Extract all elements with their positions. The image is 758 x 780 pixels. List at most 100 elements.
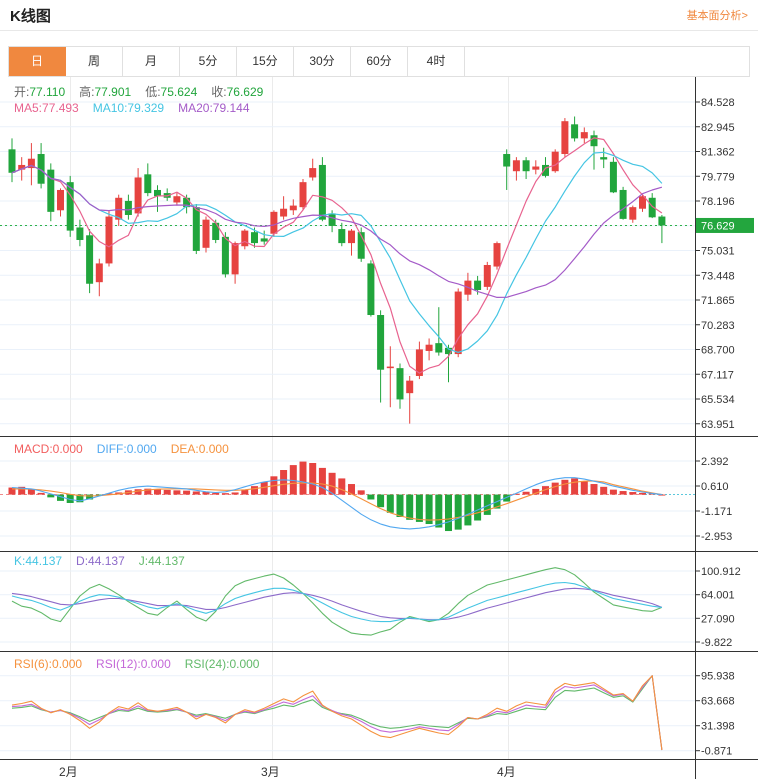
- candle-body: [280, 209, 287, 217]
- x-axis-label: 2月: [59, 763, 78, 780]
- y-axis-label: 65.534: [701, 394, 735, 406]
- candle-body: [319, 165, 326, 220]
- candle-body: [532, 167, 539, 170]
- macd-bar: [620, 491, 627, 495]
- tab-5min[interactable]: 5分: [180, 47, 237, 76]
- macd-bar: [222, 493, 229, 494]
- rsi-panel: 95.93863.66831.398-0.871 RSI(6):0.000RSI…: [0, 651, 758, 759]
- page-header: K线图 基本面分析>: [0, 0, 758, 31]
- main-chart-panel: 84.52882.94581.36279.77978.19675.03173.4…: [0, 77, 758, 436]
- x-axis-label: 4月: [497, 763, 516, 780]
- macd-bar: [309, 463, 316, 495]
- x-axis-label: 3月: [261, 763, 280, 780]
- x-axis: 2月 3月 4月: [0, 759, 758, 779]
- candles-layer: [9, 117, 666, 424]
- candle-body: [144, 174, 151, 193]
- macd-bar: [523, 492, 530, 495]
- candle-body: [76, 227, 83, 240]
- tab-day[interactable]: 日: [9, 47, 66, 76]
- candle-body: [523, 160, 530, 171]
- kdj-panel: 100.91264.00127.090-9.822 K:44.137D:44.1…: [0, 551, 758, 651]
- macd-bar: [464, 495, 471, 526]
- candle-body: [261, 238, 268, 241]
- candle-body: [591, 135, 598, 146]
- y-axis-label: 82.945: [701, 122, 735, 134]
- candle-body: [57, 190, 64, 210]
- page-title: K线图: [10, 5, 51, 26]
- macd-bar: [280, 470, 287, 495]
- macd-bar: [435, 495, 442, 528]
- candle-body: [300, 182, 307, 207]
- d-line: [12, 588, 662, 619]
- axis-vertical-line: [695, 760, 696, 779]
- macd-bar: [183, 491, 190, 495]
- y-axis-label: 67.117: [701, 369, 734, 381]
- rsi-chart-canvas[interactable]: 95.93863.66831.398-0.871: [0, 651, 758, 759]
- macd-bar: [629, 492, 636, 495]
- candle-body: [86, 235, 93, 283]
- y-axis-label: 73.448: [701, 270, 735, 282]
- macd-bar: [173, 490, 180, 494]
- interval-tab-bar: 日周月5分15分30分60分4时: [8, 46, 750, 77]
- y-axis-label: 64.001: [701, 590, 735, 602]
- candle-body: [212, 223, 219, 240]
- y-axis-label: -0.871: [701, 746, 732, 758]
- macd-bar: [639, 493, 646, 495]
- y-axis-label: -2.953: [701, 531, 732, 543]
- candle-body: [348, 231, 355, 244]
- tab-15min[interactable]: 15分: [237, 47, 294, 76]
- macd-bar: [406, 495, 413, 520]
- tab-30min[interactable]: 30分: [294, 47, 351, 76]
- candle-body: [406, 381, 413, 394]
- candle-body: [600, 157, 607, 159]
- macd-bar: [251, 486, 258, 494]
- macd-bar: [338, 478, 345, 494]
- candle-body: [377, 315, 384, 370]
- macd-bar: [474, 495, 481, 521]
- macd-bar: [455, 495, 462, 530]
- tab-60min[interactable]: 60分: [351, 47, 408, 76]
- macd-bar: [445, 495, 452, 531]
- candle-body: [610, 162, 617, 192]
- macd-bar: [358, 490, 365, 494]
- candle-body: [290, 206, 297, 211]
- macd-bar: [261, 482, 268, 495]
- y-axis-label: 63.668: [701, 696, 735, 708]
- macd-panel: 2.3920.610-1.171-2.953 MACD:0.000DIFF:0.…: [0, 436, 758, 551]
- tab-month[interactable]: 月: [123, 47, 180, 76]
- candle-body: [435, 343, 442, 352]
- fundamental-analysis-link[interactable]: 基本面分析>: [687, 7, 748, 23]
- candle-body: [193, 207, 200, 251]
- macd-bar: [561, 480, 568, 495]
- macd-bar: [300, 462, 307, 495]
- tab-4hour[interactable]: 4时: [408, 47, 465, 76]
- candle-body: [455, 292, 462, 355]
- y-axis-label: 84.528: [701, 97, 735, 109]
- candle-body: [513, 160, 520, 171]
- y-axis-label: 95.938: [701, 671, 735, 683]
- macd-bar: [154, 489, 161, 494]
- macd-bar: [591, 484, 598, 495]
- candle-body: [338, 229, 345, 243]
- candle-body: [241, 231, 248, 247]
- tab-week[interactable]: 周: [66, 47, 123, 76]
- y-axis-label: 63.951: [701, 419, 735, 431]
- candle-body: [620, 190, 627, 219]
- candlestick-chart-canvas[interactable]: 84.52882.94581.36279.77978.19675.03173.4…: [0, 77, 758, 436]
- macd-bar: [571, 478, 578, 494]
- candle-body: [484, 265, 491, 287]
- y-axis-label: 75.031: [701, 246, 735, 258]
- macd-bar: [610, 490, 617, 495]
- macd-bar: [212, 493, 219, 495]
- candle-body: [9, 149, 16, 172]
- candle-body: [125, 201, 132, 215]
- candle-body: [309, 168, 316, 177]
- kdj-chart-canvas[interactable]: 100.91264.00127.090-9.822: [0, 551, 758, 651]
- macd-bar: [581, 481, 588, 494]
- candle-body: [571, 124, 578, 138]
- candle-body: [552, 152, 559, 172]
- y-axis-label: 68.700: [701, 345, 735, 357]
- y-axis-label: 71.865: [701, 295, 735, 307]
- macd-chart-canvas[interactable]: 2.3920.610-1.171-2.953: [0, 436, 758, 551]
- y-axis-label: 2.392: [701, 456, 729, 468]
